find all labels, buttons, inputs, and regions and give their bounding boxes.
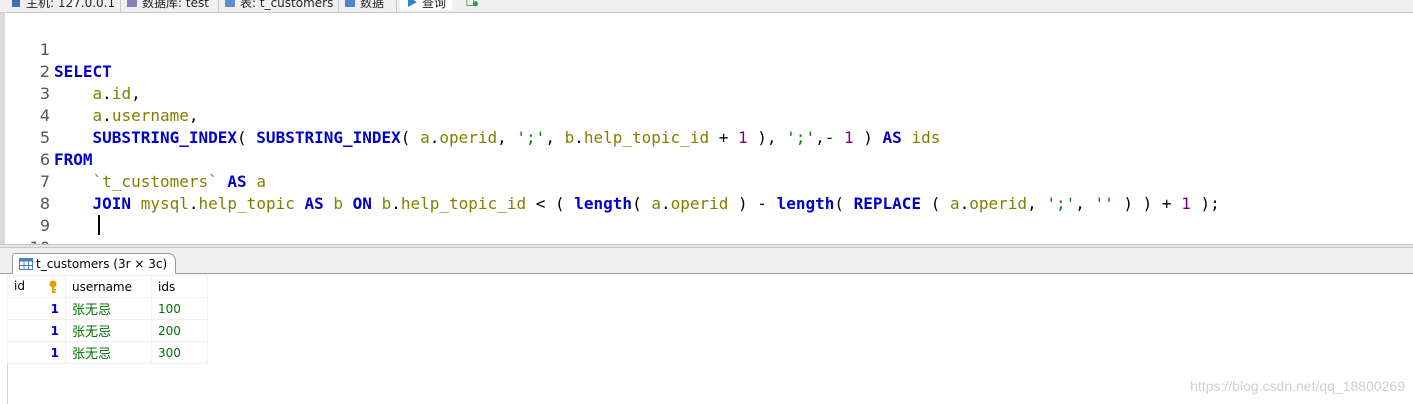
column-header-id[interactable]: id [7,275,66,298]
code-line: 4 SUBSTRING_INDEX( SUBSTRING_INDEX( a.op… [5,83,1405,147]
data-grid-icon [345,0,355,7]
table-row[interactable]: 1 张无忌 200 [7,319,208,342]
code-line: 9 [5,193,1405,235]
cell-username[interactable]: 张无忌 [65,297,152,320]
tab-data-label: 数据 [360,0,385,10]
watermark: https://blog.csdn.net/qq_18800269 [1190,378,1405,394]
text-cursor [98,215,100,235]
column-header-ids[interactable]: ids [151,275,208,298]
cell-username[interactable]: 张无忌 [65,341,152,364]
code-line: 10 [5,215,1405,244]
tab-host-label: 主机: 127.0.0.1 [26,0,116,10]
code-line: 2 a.id, [5,39,1405,103]
top-tab-strip: 主机: 127.0.0.1 数据库: test 表: t_customers 数… [0,0,1413,13]
database-icon [127,0,137,7]
cell-ids[interactable]: 200 [151,319,208,342]
cell-ids[interactable]: 300 [151,341,208,364]
table-row[interactable]: 1 张无忌 100 [7,297,208,320]
cell-id[interactable]: 1 [7,341,66,364]
tab-database-label: 数据库: test [142,0,209,10]
tab-data[interactable]: 数据 [344,0,384,10]
grid-header-row: id username ids [7,275,208,298]
cell-id[interactable]: 1 [7,319,66,342]
result-tab-label: t_customers (3r × 3c) [36,257,168,271]
tab-query-label: 查询 [422,0,447,10]
code-line: 8 [5,171,1405,213]
play-icon [408,0,417,7]
cell-ids[interactable]: 100 [151,297,208,320]
table-row[interactable]: 1 张无忌 300 [7,341,208,364]
primary-key-icon [49,280,57,293]
add-tab-icon [466,0,478,7]
code-line: 3 a.username, [5,61,1405,125]
table-grid-icon [19,258,33,270]
tab-database[interactable]: 数据库: test [126,0,209,10]
code-line: 1 SELECT [5,17,1405,81]
cell-username[interactable]: 张无忌 [65,319,152,342]
tab-table-label: 表: t_customers [240,0,334,10]
code-line: 7 JOIN mysql.help_topic AS b ON b.help_t… [5,149,1405,213]
tab-result-t-customers[interactable]: t_customers (3r × 3c) [12,253,177,274]
tab-host[interactable]: 主机: 127.0.0.1 [10,0,115,10]
result-grid[interactable]: id username ids 1 张无忌 100 1 张无忌 200 1 张无… [7,275,208,364]
table-icon [225,0,235,7]
code-line: 6 `t_customers` AS a [5,127,1405,191]
tab-query[interactable]: 查询 [400,0,453,10]
cell-id[interactable]: 1 [7,297,66,320]
result-tab-bar: t_customers (3r × 3c) [0,248,1413,274]
new-tab-button[interactable] [466,0,478,10]
sql-editor[interactable]: 1 SELECT 2 a.id, 3 a.username, 4 SUBSTRI… [0,13,1413,244]
column-header-username[interactable]: username [65,275,152,298]
code-line: 11 [5,237,1405,244]
code-line: 5 FROM [5,105,1405,169]
tab-table[interactable]: 表: t_customers [224,0,333,10]
server-icon [12,0,20,7]
